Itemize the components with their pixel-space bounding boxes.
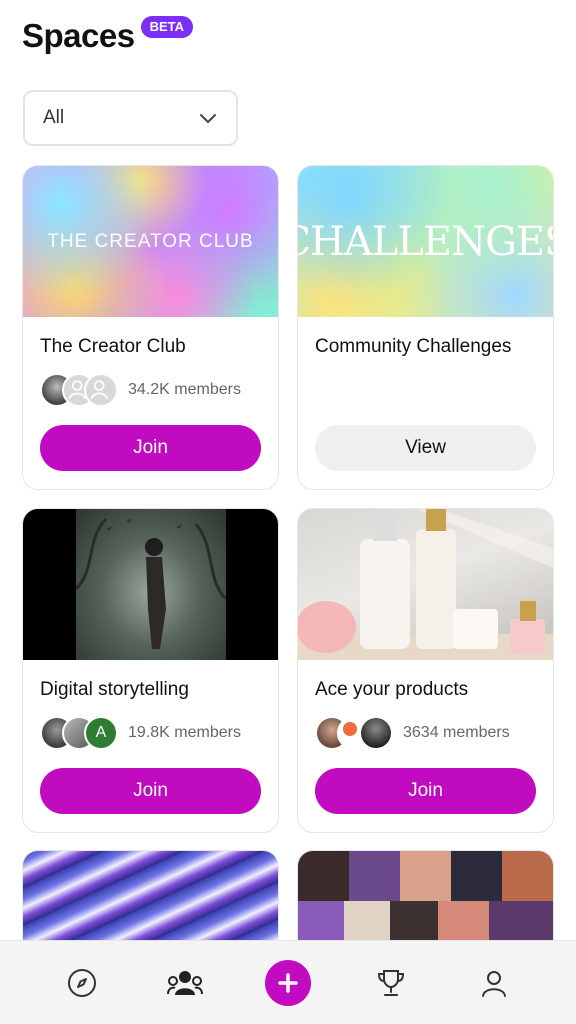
member-count: 34.2K members	[128, 381, 241, 398]
card-title: Ace your products	[315, 679, 469, 700]
beta-badge: BETA	[140, 16, 194, 38]
chevron-down-icon	[200, 114, 216, 123]
member-info: 3634 members	[315, 716, 510, 750]
avatar-group	[315, 716, 393, 750]
card-title: The Creator Club	[40, 336, 186, 357]
card-cover	[23, 509, 278, 660]
card-title: Digital storytelling	[40, 679, 189, 700]
filter-dropdown[interactable]: All	[23, 90, 238, 146]
join-button[interactable]: Join	[40, 425, 261, 471]
nav-create[interactable]	[264, 959, 312, 1007]
nav-challenges[interactable]	[367, 959, 415, 1007]
card-cover: THE CREATOR CLUB	[23, 166, 278, 317]
page-header: Spaces BETA	[22, 14, 194, 58]
profile-icon	[482, 970, 507, 997]
card-cover: CHALLENGES	[298, 166, 553, 317]
avatar	[359, 716, 393, 750]
bottom-nav	[0, 940, 576, 1024]
product-bottles-illustration	[298, 509, 553, 660]
view-button[interactable]: View	[315, 425, 536, 471]
create-button[interactable]	[264, 959, 311, 1006]
space-card-ace-your-products[interactable]: Ace your products 3634 members Join	[297, 508, 554, 833]
space-card-community-challenges[interactable]: CHALLENGES Community Challenges View	[297, 165, 554, 490]
cover-image	[74, 509, 228, 660]
cover-label: CHALLENGES	[298, 218, 553, 265]
avatar-group: A	[40, 716, 118, 750]
community-icon	[166, 970, 203, 995]
cover-label: THE CREATOR CLUB	[47, 230, 254, 252]
space-card-creator-club[interactable]: THE CREATOR CLUB The Creator Club 34.2K …	[22, 165, 279, 490]
filter-value: All	[43, 107, 65, 128]
nav-explore[interactable]	[58, 959, 106, 1007]
compass-icon	[67, 968, 96, 997]
plus-icon	[278, 972, 298, 993]
nav-spaces[interactable]	[161, 959, 209, 1007]
avatar: A	[84, 716, 118, 750]
avatar-placeholder-icon	[84, 373, 118, 407]
member-info: 34.2K members	[40, 373, 241, 407]
page-title: Spaces	[22, 17, 135, 54]
member-count: 19.8K members	[128, 724, 241, 741]
join-button[interactable]: Join	[40, 768, 261, 814]
card-title: Community Challenges	[315, 336, 512, 357]
join-button[interactable]: Join	[315, 768, 536, 814]
member-count: 3634 members	[403, 724, 510, 741]
avatar-group	[40, 373, 118, 407]
space-card-digital-storytelling[interactable]: Digital storytelling A 19.8K members Joi…	[22, 508, 279, 833]
trophy-icon	[378, 969, 405, 996]
member-info: A 19.8K members	[40, 716, 241, 750]
avatar-letter: A	[95, 724, 107, 741]
card-cover	[298, 509, 553, 660]
nav-profile[interactable]	[470, 959, 518, 1007]
